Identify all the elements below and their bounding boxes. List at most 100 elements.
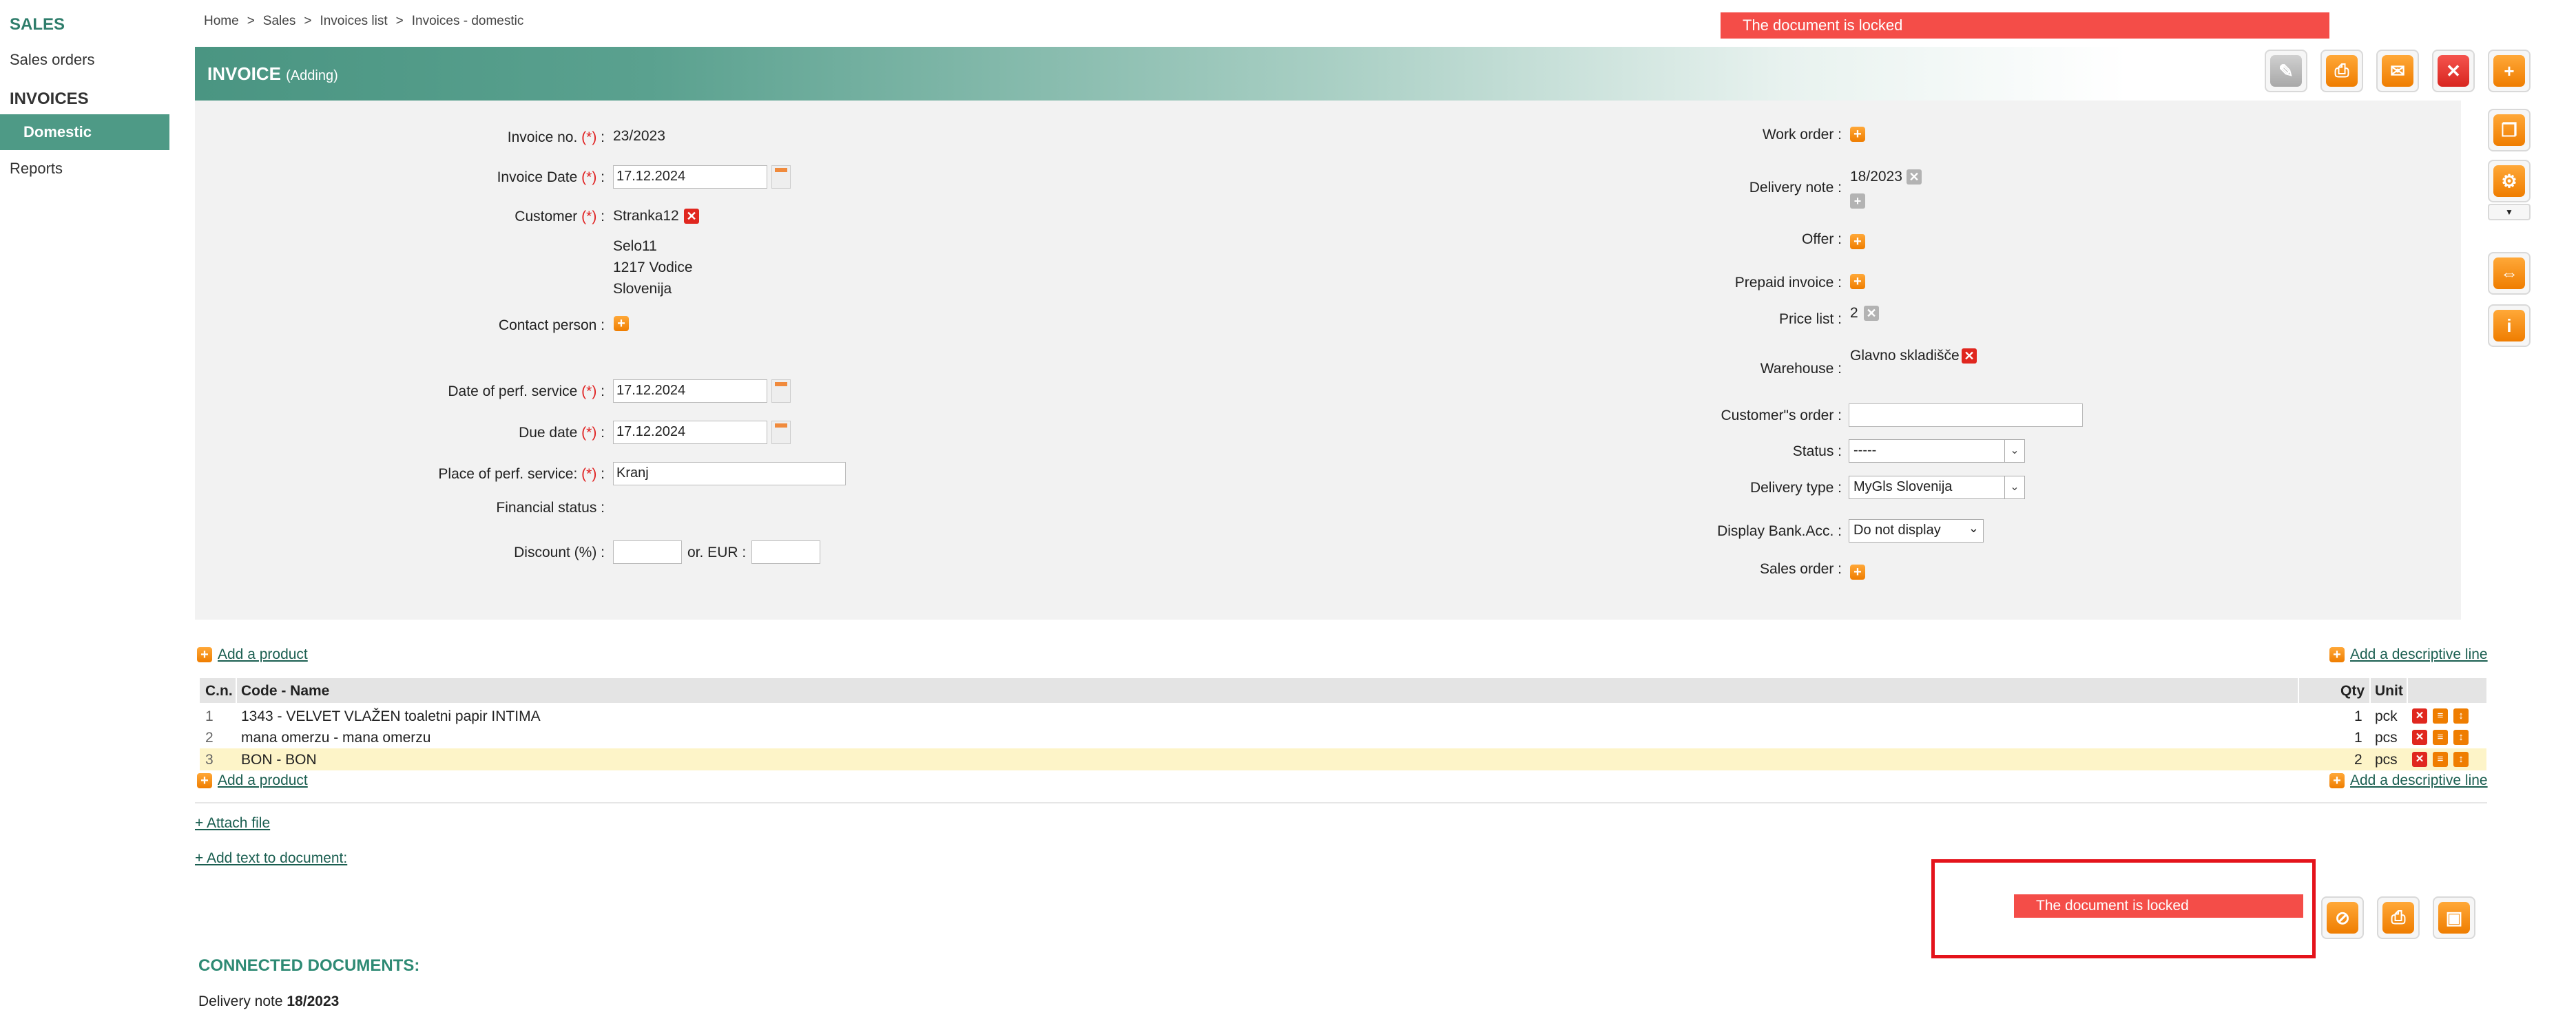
print-button[interactable]: ⎙ (2320, 50, 2363, 92)
move-row-icon[interactable]: ↕ (2453, 730, 2469, 745)
copy-icon: ❐ (2493, 114, 2525, 146)
breadcrumb-invoices-list[interactable]: Invoices list (320, 14, 387, 28)
sidebar-item-reports[interactable]: Reports (10, 160, 63, 178)
bank-account-select[interactable]: Do not display ⌄ (1849, 519, 1984, 543)
add-sales-order-icon[interactable]: + (1850, 565, 1865, 580)
add-product-link-bottom[interactable]: Add a product (218, 772, 308, 789)
status-label: Status : (1792, 443, 1842, 459)
bank-account-label: Display Bank.Acc. : (1717, 523, 1842, 539)
add-text-link[interactable]: + Add text to document: (195, 850, 347, 867)
place-of-service-label: Place of perf. service: (*) : (438, 466, 605, 482)
add-descriptive-line-link-bottom[interactable]: Add a descriptive line (2350, 772, 2488, 789)
discount-eur-input[interactable] (751, 540, 820, 564)
calendar-icon[interactable] (771, 165, 791, 189)
status-select[interactable]: ----- ⌄ (1849, 439, 2025, 463)
info-button[interactable]: i (2488, 304, 2531, 347)
invoice-date-label: Invoice Date (*) : (497, 169, 605, 185)
items-table-header: C.n. Code - Name Qty Unit (200, 678, 2486, 703)
add-product-link[interactable]: Add a product (218, 646, 308, 663)
table-row[interactable]: 1 1343 - VELVET VLAŽEN toaletni papir IN… (200, 705, 2486, 727)
row-number: 1 (205, 708, 214, 724)
email-button[interactable]: ✉ (2376, 50, 2419, 92)
add-prepaid-invoice-icon[interactable]: + (1850, 274, 1865, 289)
chevron-down-icon: ▼ (2505, 207, 2513, 217)
delete-button[interactable]: ✕ (2432, 50, 2475, 92)
edit-row-icon[interactable]: ≡ (2433, 752, 2448, 767)
calendar-icon[interactable] (771, 379, 791, 403)
envelope-icon: ✉ (2382, 55, 2413, 87)
delivery-type-select[interactable]: MyGls Slovenija ⌄ (1849, 476, 2025, 499)
move-row-icon[interactable]: ↕ (2453, 752, 2469, 767)
attach-file-link[interactable]: + Attach file (195, 815, 270, 832)
customer-address-city: 1217 Vodice (613, 260, 693, 275)
due-date-input[interactable]: 17.12.2024 (613, 421, 767, 444)
table-row[interactable]: 3 BON - BON 2 pcs ✕ ≡ ↕ (200, 748, 2486, 770)
settings-button[interactable]: ⚙ (2488, 160, 2531, 202)
sidebar-item-sales-orders[interactable]: Sales orders (10, 51, 95, 69)
contact-person-label: Contact person : (498, 317, 605, 333)
connected-delivery-note[interactable]: Delivery note 18/2023 (198, 993, 339, 1010)
printer-icon: ⎙ (2382, 902, 2414, 934)
column-header-code-name: Code - Name (241, 683, 330, 699)
place-of-service-input[interactable]: Kranj (613, 462, 846, 485)
delivery-note-value: 18/2023 (1850, 169, 1902, 185)
save-icon: ▣ (2438, 902, 2470, 934)
edit-button[interactable]: ✎ (2265, 50, 2307, 92)
remove-price-list-icon[interactable]: ✕ (1864, 306, 1879, 321)
delete-row-icon[interactable]: ✕ (2412, 730, 2427, 745)
customer-label: Customer (*) : (515, 209, 605, 224)
prepaid-invoice-label: Prepaid invoice : (1734, 275, 1842, 291)
chevron-down-icon: ⌄ (2004, 476, 2024, 498)
row-qty: 1 (2354, 708, 2362, 724)
breadcrumb-home[interactable]: Home (204, 14, 239, 28)
discount-label: Discount (%) : (514, 545, 605, 560)
customers-order-label: Customer"s order : (1721, 408, 1842, 423)
warehouse-label: Warehouse : (1760, 361, 1842, 377)
financial-status-label: Financial status : (496, 500, 605, 516)
add-offer-icon[interactable]: + (1850, 234, 1865, 249)
perf-date-input[interactable]: 17.12.2024 (613, 379, 767, 403)
move-row-icon[interactable]: ↕ (2453, 708, 2469, 724)
discount-percent-input[interactable] (613, 540, 682, 564)
settings-dropdown-toggle[interactable]: ▼ (2488, 204, 2531, 220)
add-descriptive-line-link[interactable]: Add a descriptive line (2350, 646, 2488, 663)
delivery-note-label: Delivery note : (1749, 180, 1842, 196)
sidebar-item-domestic[interactable]: Domestic (0, 114, 169, 150)
row-qty: 2 (2354, 752, 2362, 768)
sidebar-heading-invoices: INVOICES (10, 90, 89, 108)
breadcrumb-sales[interactable]: Sales (263, 14, 296, 28)
row-unit: pcs (2375, 752, 2398, 768)
table-row[interactable]: 2 mana omerzu - mana omerzu 1 pcs ✕ ≡ ↕ (200, 726, 2486, 748)
row-unit: pck (2375, 708, 2398, 724)
add-product-icon: + (197, 647, 212, 662)
pencil-icon: ✎ (2270, 55, 2302, 87)
delete-row-icon[interactable]: ✕ (2412, 708, 2427, 724)
remove-warehouse-icon[interactable]: ✕ (1962, 348, 1977, 364)
add-delivery-note-icon[interactable]: + (1850, 193, 1865, 209)
remove-delivery-note-icon[interactable]: ✕ (1907, 169, 1922, 185)
add-work-order-icon[interactable]: + (1850, 127, 1865, 142)
split-view-button[interactable]: ⇔ (2488, 252, 2531, 295)
cancel-icon: ⊘ (2327, 902, 2358, 934)
edit-row-icon[interactable]: ≡ (2433, 730, 2448, 745)
add-new-button[interactable]: + (2488, 50, 2531, 92)
price-list-label: Price list : (1778, 311, 1842, 327)
copy-button[interactable]: ❐ (2488, 109, 2531, 151)
edit-row-icon[interactable]: ≡ (2433, 708, 2448, 724)
invoice-date-input[interactable]: 17.12.2024 (613, 165, 767, 189)
work-order-label: Work order : (1762, 127, 1842, 143)
customer-address-street: Selo11 (613, 238, 657, 254)
customers-order-input[interactable] (1849, 403, 2083, 427)
delete-row-icon[interactable]: ✕ (2412, 752, 2427, 767)
remove-customer-icon[interactable]: ✕ (684, 209, 699, 224)
sales-order-label: Sales order : (1759, 561, 1842, 577)
cancel-button[interactable]: ⊘ (2321, 896, 2364, 939)
calendar-icon[interactable] (771, 421, 791, 444)
divider (195, 802, 2487, 803)
locked-banner-top: The document is locked (1721, 12, 2329, 39)
locked-banner-bottom: The document is locked (2014, 894, 2303, 918)
connected-documents-heading: CONNECTED DOCUMENTS: (198, 956, 420, 975)
print-button-bottom[interactable]: ⎙ (2377, 896, 2420, 939)
save-button[interactable]: ▣ (2433, 896, 2475, 939)
add-contact-person-icon[interactable]: + (614, 316, 629, 331)
